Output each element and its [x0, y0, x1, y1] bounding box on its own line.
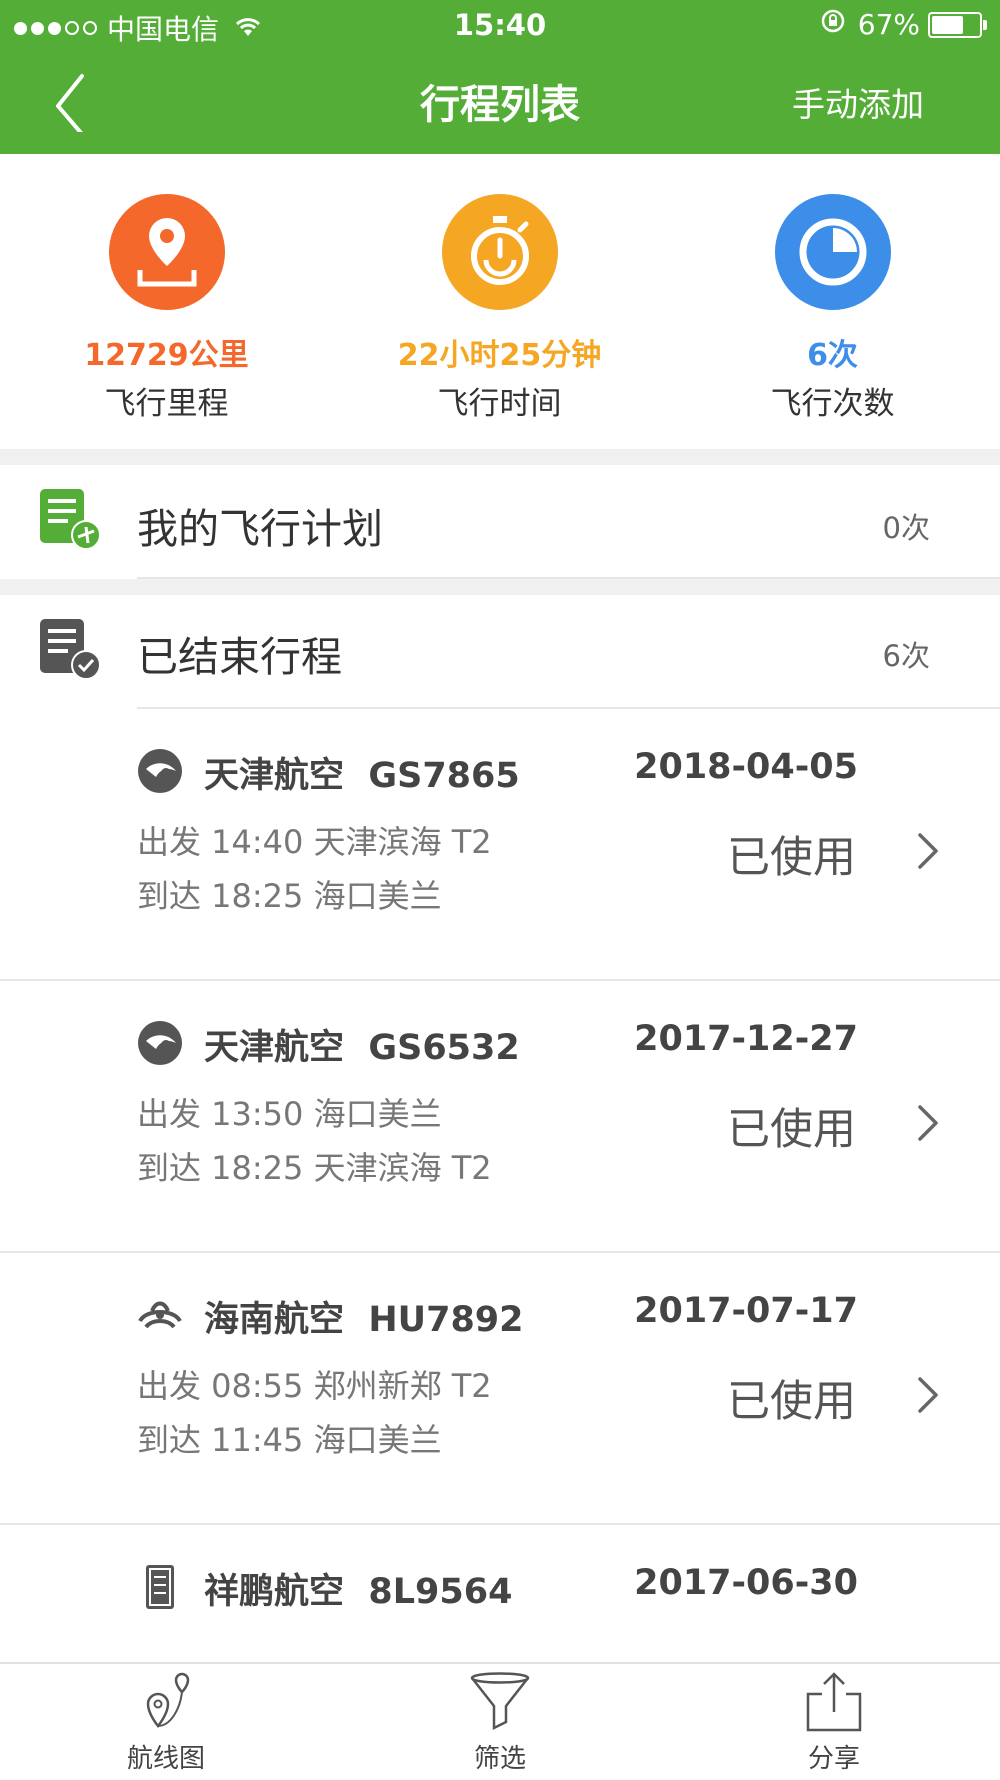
trip-departure: 出发 13:50 海口美兰: [137, 1095, 442, 1133]
tab-bar: 航线图 筛选 分享: [0, 1662, 1000, 1780]
share-icon: [806, 1672, 862, 1732]
stopwatch-icon: [441, 194, 558, 310]
stat-distance-label: 飞行里程: [104, 386, 229, 422]
status-bar: 中国电信 15:40 67%: [0, 0, 1000, 50]
chevron-right-icon: [914, 831, 942, 871]
battery-percent: 67%: [857, 8, 920, 41]
finished-trips-row[interactable]: 已结束行程 6次: [0, 595, 1000, 707]
trip-departure: 出发 14:40 天津滨海 T2: [137, 823, 492, 861]
stat-time-value: 22小时25分钟: [397, 338, 602, 373]
tianjin-airlines-logo-icon: [136, 1019, 184, 1067]
trip-airline: 海南航空 HU7892: [204, 1300, 524, 1340]
trip-arrival: 到达 11:45 海口美兰: [137, 1421, 442, 1459]
flight-plan-title: 我的飞行计划: [137, 505, 383, 553]
trip-airline: 祥鹏航空 8L9564: [204, 1572, 513, 1612]
nav-bar: 行程列表 手动添加: [0, 50, 1000, 154]
route-map-icon: [146, 1672, 190, 1728]
trip-date: 2017-06-30: [634, 1563, 858, 1603]
trip-airline: 天津航空 GS6532: [204, 1028, 520, 1068]
hainan-airlines-logo-icon: [136, 1291, 184, 1339]
location-pin-icon: [108, 194, 225, 310]
filter-icon: [470, 1672, 530, 1731]
tab-share[interactable]: 分享: [734, 1670, 934, 1775]
trip-card[interactable]: 祥鹏航空 8L9564 2017-06-30: [0, 1525, 1000, 1662]
battery-area: 67%: [820, 8, 987, 41]
trip-card[interactable]: 天津航空 GS7865 2018-04-05 出发 14:40 天津滨海 T2 …: [0, 709, 1000, 979]
trip-airline: 天津航空 GS7865: [204, 756, 520, 796]
chevron-right-icon: [914, 1103, 942, 1143]
trip-date: 2017-07-17: [634, 1291, 858, 1331]
stat-time-label: 飞行时间: [437, 386, 562, 422]
trip-arrival: 到达 18:25 天津滨海 T2: [137, 1149, 492, 1187]
finished-trips-title: 已结束行程: [137, 633, 342, 681]
section-gap: [0, 579, 1000, 595]
tab-route-map[interactable]: 航线图: [66, 1670, 266, 1775]
stat-time[interactable]: 22小时25分钟 飞行时间: [333, 194, 666, 423]
trip-arrival: 到达 18:25 海口美兰: [137, 877, 442, 915]
tab-filter-label: 筛选: [473, 1744, 526, 1774]
tab-filter[interactable]: 筛选: [400, 1670, 600, 1775]
tianjin-airlines-logo-icon: [136, 747, 184, 795]
flight-plan-icon: [38, 487, 102, 555]
stat-distance-value: 12729公里: [84, 338, 249, 373]
flight-stats: 12729公里 飞行里程 22小时25分钟 飞行时间 6次 飞行次数: [0, 154, 1000, 449]
battery-icon: [928, 11, 987, 38]
finished-trips-icon: [38, 617, 102, 685]
trip-card[interactable]: 天津航空 GS6532 2017-12-27 出发 13:50 海口美兰 到达 …: [0, 981, 1000, 1251]
luckyair-logo-icon: [136, 1563, 184, 1611]
section-gap: [0, 449, 1000, 465]
trip-status: 已使用: [727, 1377, 856, 1427]
tab-route-map-label: 航线图: [126, 1744, 205, 1774]
flight-plan-row[interactable]: 我的飞行计划 0次: [0, 465, 1000, 579]
stat-distance[interactable]: 12729公里 飞行里程: [0, 194, 333, 423]
stat-count[interactable]: 6次 飞行次数: [666, 194, 999, 423]
manual-add-button[interactable]: 手动添加: [792, 78, 924, 126]
chevron-right-icon: [914, 1375, 942, 1415]
trip-card[interactable]: 海南航空 HU7892 2017-07-17 出发 08:55 郑州新郑 T2 …: [0, 1253, 1000, 1523]
trip-status: 已使用: [727, 833, 856, 883]
finished-trips-count: 6次: [882, 639, 930, 673]
trip-departure: 出发 08:55 郑州新郑 T2: [137, 1367, 492, 1405]
flight-plan-count: 0次: [882, 511, 930, 545]
stat-count-value: 6次: [807, 338, 858, 373]
tab-share-label: 分享: [807, 1744, 860, 1774]
trip-date: 2018-04-05: [634, 747, 858, 787]
trip-date: 2017-12-27: [634, 1019, 858, 1059]
rotation-lock-icon: [820, 8, 846, 41]
trip-status: 已使用: [727, 1105, 856, 1155]
stat-count-label: 飞行次数: [770, 386, 895, 422]
pie-chart-icon: [774, 194, 891, 310]
